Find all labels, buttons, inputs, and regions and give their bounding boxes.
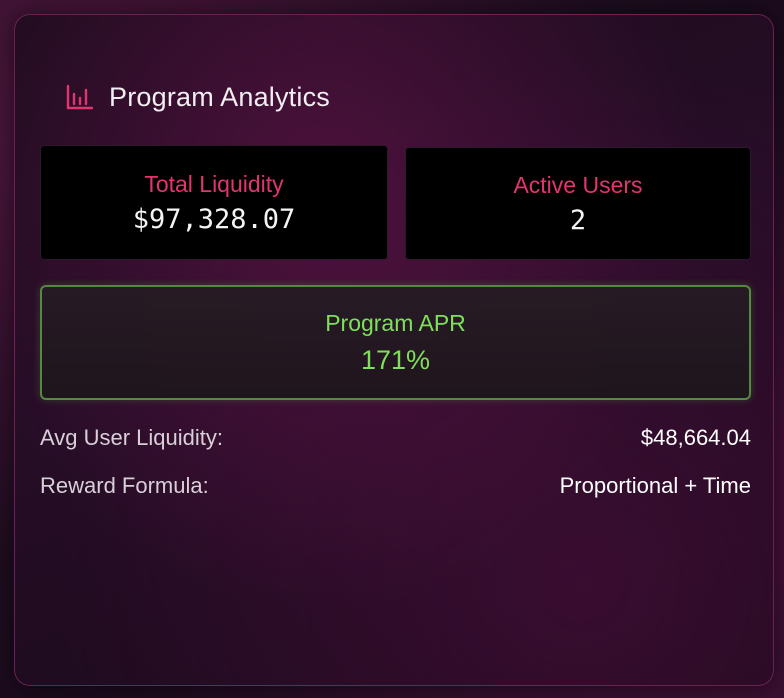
card-title: Program Analytics [109, 81, 330, 112]
card-header: Program Analytics [65, 67, 330, 127]
active-users-label: Active Users [513, 171, 643, 198]
reward-formula-row: Reward Formula: Proportional + Time [40, 473, 751, 499]
program-apr-value: 171% [360, 344, 431, 375]
program-apr-stat: Program APR 171% [40, 285, 751, 400]
reward-formula-value: Proportional + Time [559, 473, 751, 498]
active-users-stat: Active Users 2 [405, 147, 751, 260]
active-users-value: 2 [569, 204, 587, 236]
bar-chart-icon [65, 84, 93, 110]
reward-formula-label: Reward Formula: [40, 473, 209, 498]
avg-user-liquidity-value: $48,664.04 [640, 425, 751, 450]
avg-user-liquidity-label: Avg User Liquidity: [40, 425, 224, 450]
total-liquidity-value: $97,328.07 [132, 203, 296, 235]
total-liquidity-stat: Total Liquidity $97,328.07 [40, 145, 388, 260]
program-apr-label: Program APR [325, 309, 466, 336]
total-liquidity-label: Total Liquidity [144, 170, 284, 197]
avg-user-liquidity-row: Avg User Liquidity: $48,664.04 [40, 425, 751, 451]
program-analytics-card: Program Analytics Total Liquidity $97,32… [14, 14, 774, 686]
